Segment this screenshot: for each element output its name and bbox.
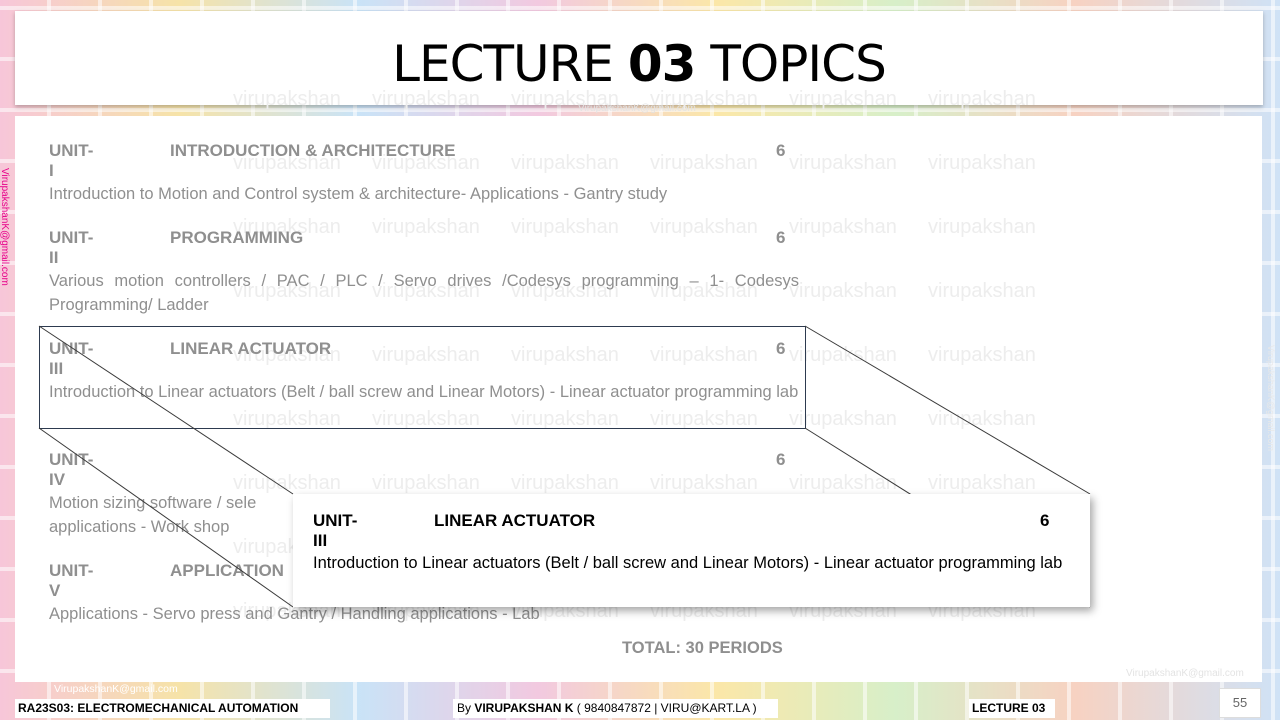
- callout-description: Introduction to Linear actuators (Belt /…: [313, 554, 1063, 572]
- slide-number: 55: [1219, 688, 1261, 718]
- bottom-left-email: VirupakshanK@gmail.com: [54, 683, 178, 695]
- zoomed-unit-3-callout: UNIT-III LINEAR ACTUATOR 6 Introduction …: [293, 494, 1090, 607]
- footer-lecture: LECTURE 03: [969, 699, 1055, 718]
- zoom-connector-lines: [38, 325, 1091, 608]
- bottom-right-email-watermark: VirupakshanK@gmail.com: [1126, 668, 1244, 679]
- footer-author: By VIRUPAKSHAN K ( 9840847872 | VIRU@KAR…: [453, 699, 778, 718]
- footer-course: RA23S03: ELECTROMECHANICAL AUTOMATION: [15, 699, 330, 718]
